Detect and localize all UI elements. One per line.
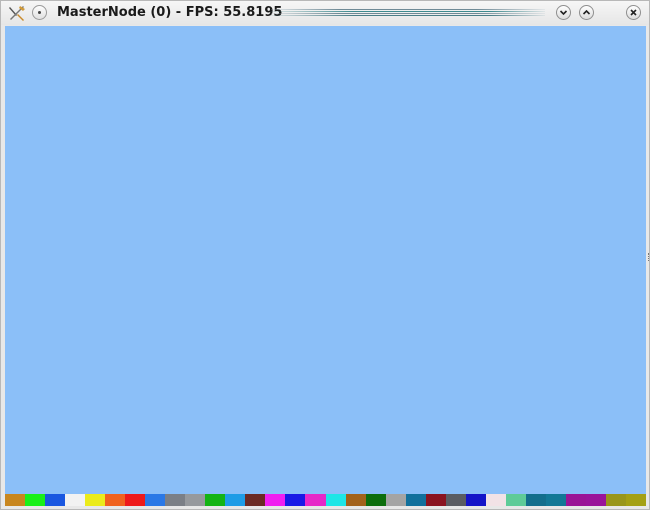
- palette-swatch: [346, 494, 366, 506]
- color-palette-bar: [5, 494, 646, 506]
- palette-swatch: [406, 494, 426, 506]
- palette-swatch: [566, 494, 586, 506]
- palette-swatch: [5, 494, 25, 506]
- maximize-button[interactable]: [579, 5, 594, 20]
- palette-swatch: [446, 494, 466, 506]
- window-menu-icon[interactable]: [32, 5, 47, 20]
- close-button[interactable]: [626, 5, 641, 20]
- palette-swatch: [25, 494, 45, 506]
- palette-swatch: [506, 494, 526, 506]
- title-bar-decoration: [271, 9, 545, 18]
- render-viewport[interactable]: [5, 26, 646, 494]
- minimize-button[interactable]: [556, 5, 571, 20]
- palette-swatch: [205, 494, 225, 506]
- palette-swatch: [225, 494, 245, 506]
- palette-swatch: [586, 494, 606, 506]
- palette-swatch: [426, 494, 446, 506]
- palette-swatch: [285, 494, 305, 506]
- palette-swatch: [546, 494, 566, 506]
- app-tools-icon[interactable]: [8, 5, 26, 22]
- palette-swatch: [386, 494, 406, 506]
- palette-swatch: [486, 494, 506, 506]
- title-bar[interactable]: MasterNode (0) - FPS: 55.8195: [1, 1, 649, 25]
- palette-swatch: [85, 494, 105, 506]
- palette-swatch: [65, 494, 85, 506]
- palette-swatch: [265, 494, 285, 506]
- palette-swatch: [245, 494, 265, 506]
- palette-swatch: [185, 494, 205, 506]
- palette-swatch: [105, 494, 125, 506]
- app-window: MasterNode (0) - FPS: 55.8195: [0, 0, 650, 510]
- close-icon: [630, 9, 637, 16]
- palette-swatch: [466, 494, 486, 506]
- palette-swatch: [526, 494, 546, 506]
- palette-swatch: [326, 494, 346, 506]
- palette-swatch: [366, 494, 386, 506]
- chevron-down-icon: [559, 10, 568, 16]
- chevron-up-icon: [582, 9, 591, 15]
- palette-swatch: [626, 494, 646, 506]
- palette-swatch: [305, 494, 326, 506]
- palette-swatch: [125, 494, 145, 506]
- palette-swatch: [145, 494, 165, 506]
- palette-swatch: [165, 494, 185, 506]
- window-title: MasterNode (0) - FPS: 55.8195: [57, 5, 283, 20]
- palette-swatch: [606, 494, 626, 506]
- palette-swatch: [45, 494, 65, 506]
